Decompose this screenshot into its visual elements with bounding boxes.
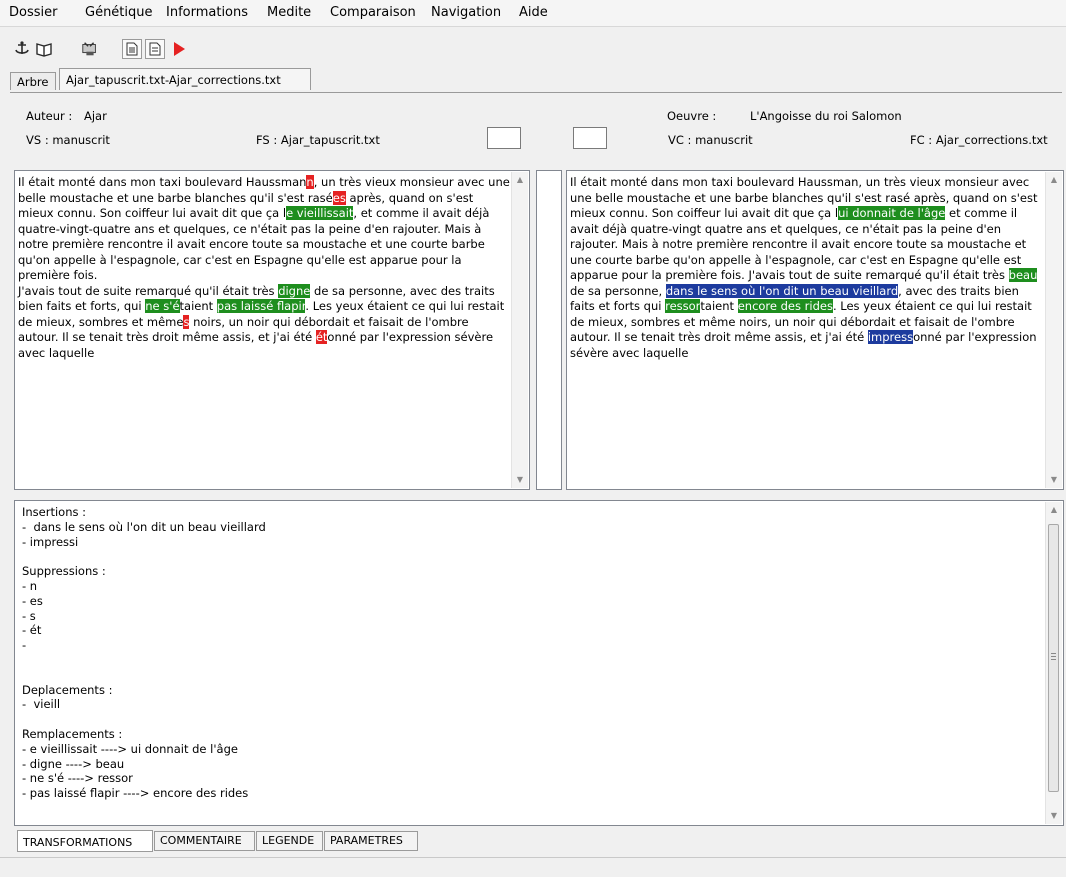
document-alt-icon[interactable] (145, 39, 165, 59)
corrected-highlight: ui donnait de l'âge (838, 206, 946, 220)
source-segment: Il était monté dans mon taxi boulevard H… (18, 175, 307, 189)
tab-comparison[interactable]: Ajar_tapuscrit.txt-Ajar_corrections.txt (59, 68, 311, 90)
corrected-segment: de sa personne, (570, 283, 666, 298)
menu-medite[interactable]: Medite (267, 5, 311, 20)
tab-transformations[interactable]: TRANSFORMATIONS (17, 830, 153, 852)
transformations-text: Insertions : - dans le sens où l'on dit … (22, 505, 266, 801)
source-highlight: n (306, 175, 314, 189)
tools-icon[interactable] (80, 39, 100, 59)
source-highlight: e vieill (286, 206, 324, 220)
source-highlight: digne (278, 283, 311, 298)
right-position-field[interactable] (573, 127, 607, 149)
transformations-scrollbar[interactable]: ▲ ▼ (1045, 502, 1062, 824)
author-label: Auteur : (26, 109, 73, 123)
corrected-segment: taient (700, 299, 738, 313)
corrected-highlight: impress (867, 330, 914, 344)
scroll-up-icon[interactable]: ▲ (512, 172, 528, 188)
vs-label: VS : manuscrit (26, 133, 110, 147)
source-scrollbar[interactable]: ▲ ▼ (511, 172, 528, 488)
tab-legende[interactable]: LEGENDE (256, 831, 323, 851)
scroll-thumb[interactable] (1048, 524, 1059, 792)
scroll-down-icon[interactable]: ▼ (1046, 472, 1062, 488)
corrected-highlight: ressor (665, 299, 701, 313)
menu-dossier[interactable]: Dossier (9, 5, 57, 20)
corrected-highlight: dans le sens où l'on dit un beau (665, 283, 853, 298)
source-highlight: issait (323, 206, 354, 220)
source-highlight: ét (315, 330, 328, 344)
document-icon[interactable] (122, 39, 142, 59)
corrected-highlight: ard (879, 283, 899, 298)
tab-commentaire[interactable]: COMMENTAIRE (154, 831, 255, 851)
fs-label: FS : Ajar_tapuscrit.txt (256, 133, 380, 147)
corrected-highlight: beau (1008, 268, 1038, 282)
status-bar (0, 857, 1066, 877)
vc-label: VC : manuscrit (668, 133, 753, 147)
oeuvre-value: L'Angoisse du roi Salomon (750, 109, 902, 123)
source-highlight: pas laissé flapir (216, 299, 306, 313)
scroll-up-icon[interactable]: ▲ (1046, 172, 1062, 188)
source-segment: J'avais tout de suite remarqué qu'il éta… (18, 283, 279, 298)
menu-genetique[interactable]: Génétique (85, 5, 153, 20)
author-value: Ajar (84, 109, 107, 123)
tab-parametres[interactable]: PARAMETRES (324, 831, 418, 851)
source-text: Il était monté dans mon taxi boulevard H… (18, 175, 511, 361)
corrected-highlight: encore des rides (737, 299, 833, 313)
transformations-pane[interactable]: Insertions : - dans le sens où l'on dit … (14, 500, 1064, 826)
corrected-scrollbar[interactable]: ▲ ▼ (1045, 172, 1062, 488)
play-icon[interactable] (169, 39, 189, 59)
bottom-tab-strip: TRANSFORMATIONS COMMENTAIRE LEGENDE PARA… (17, 830, 437, 853)
anchor-icon[interactable] (12, 39, 32, 59)
left-position-field[interactable] (487, 127, 521, 149)
book-icon[interactable] (34, 39, 54, 59)
oeuvre-label: Oeuvre : (667, 109, 717, 123)
source-text-pane[interactable]: Il était monté dans mon taxi boulevard H… (14, 170, 530, 490)
corrected-text: Il était monté dans mon taxi boulevard H… (570, 175, 1045, 361)
corrected-highlight: vieill (852, 283, 880, 298)
scroll-up-icon[interactable]: ▲ (1046, 502, 1062, 518)
source-highlight: es (332, 190, 346, 205)
menu-aide[interactable]: Aide (519, 5, 548, 20)
menu-bar: Dossier Génétique Informations Medite Co… (0, 0, 1066, 27)
alignment-pane (536, 170, 562, 490)
menu-informations[interactable]: Informations (166, 5, 248, 20)
source-highlight: ne s'é (145, 299, 180, 313)
tab-divider (10, 92, 1062, 93)
scroll-down-icon[interactable]: ▼ (512, 472, 528, 488)
menu-comparaison[interactable]: Comparaison (330, 5, 416, 20)
corrected-text-pane[interactable]: Il était monté dans mon taxi boulevard H… (566, 170, 1064, 490)
source-segment: taient (179, 299, 217, 313)
tab-arbre[interactable]: Arbre (10, 72, 56, 90)
toolbar (0, 37, 1066, 63)
menu-navigation[interactable]: Navigation (431, 5, 501, 20)
fc-label: FC : Ajar_corrections.txt (910, 133, 1048, 147)
scroll-down-icon[interactable]: ▼ (1046, 808, 1062, 824)
